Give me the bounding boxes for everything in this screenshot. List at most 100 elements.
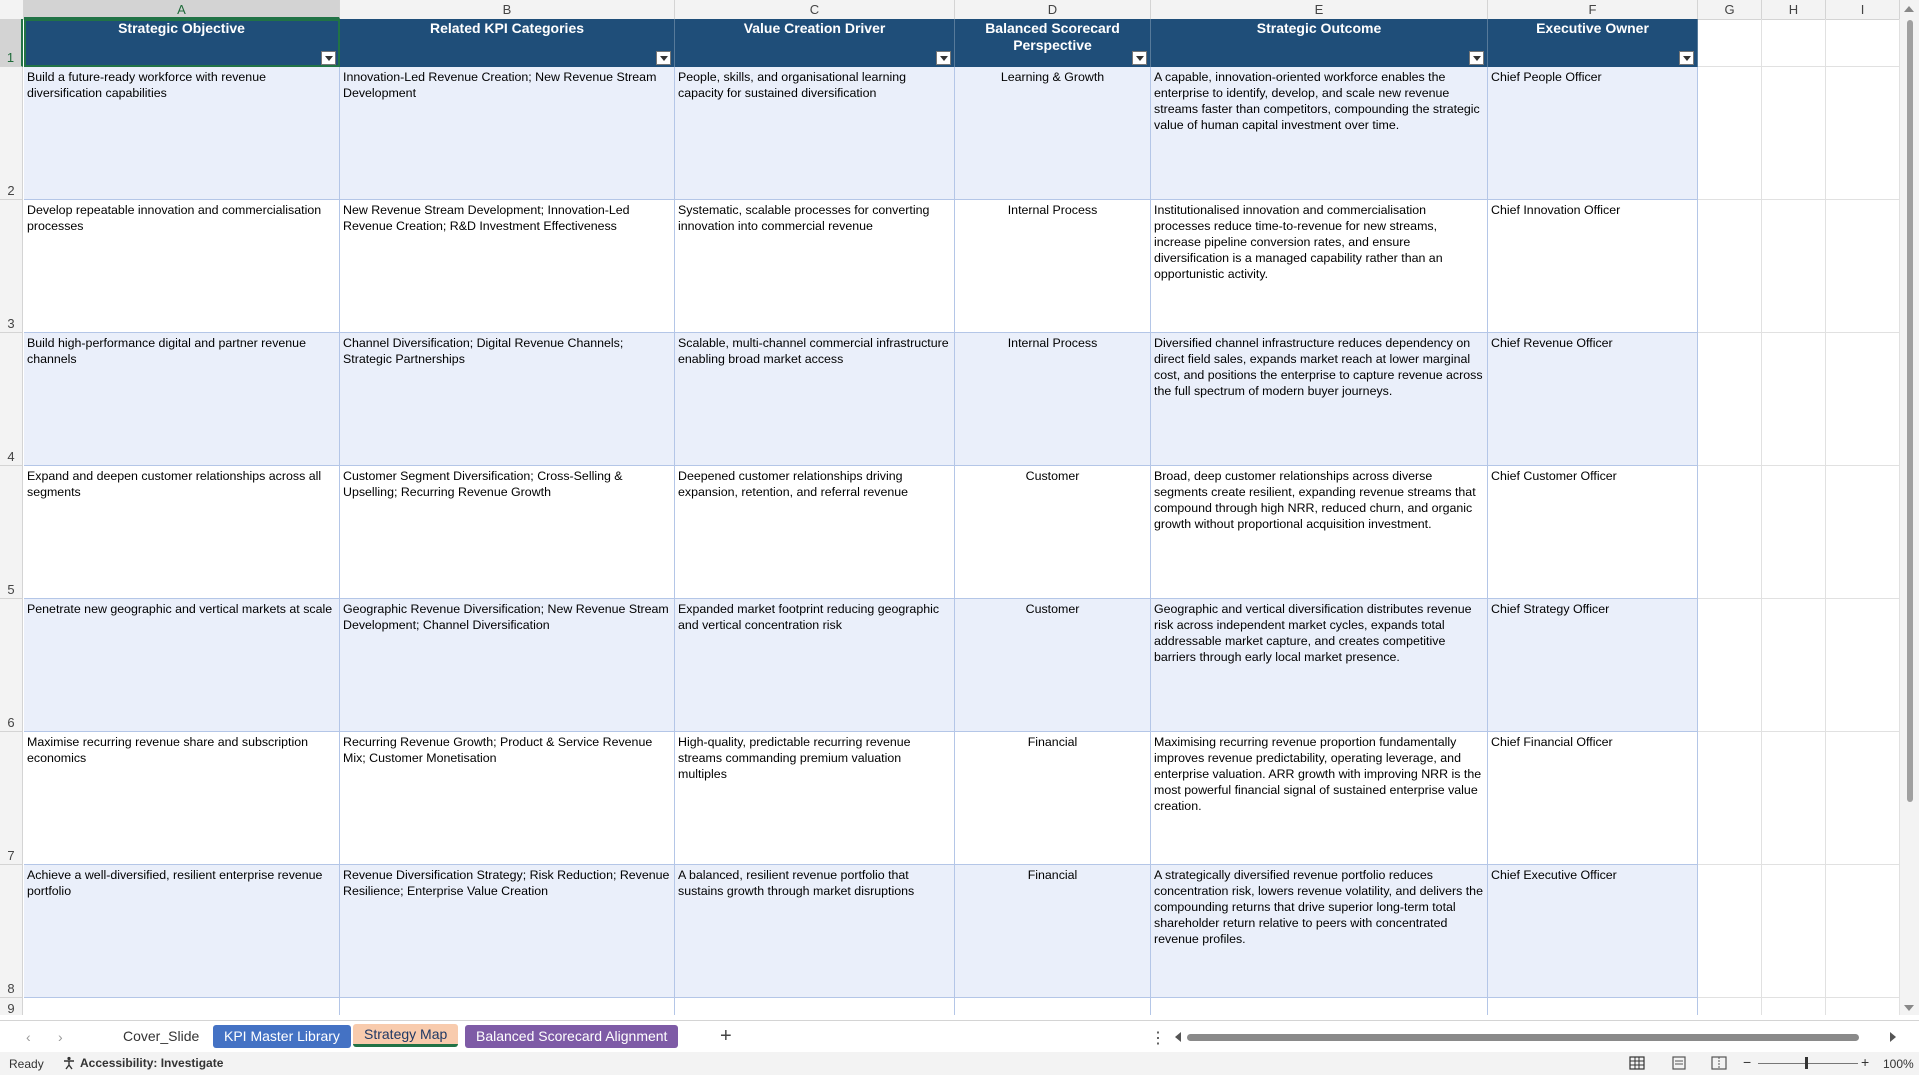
cell-objective[interactable]: Build a future-ready workforce with reve… [24, 67, 340, 200]
filter-dropdown-icon[interactable] [1469, 51, 1484, 65]
zoom-level[interactable]: 100% [1883, 1057, 1914, 1071]
tab-kpi-master-library[interactable]: KPI Master Library [213, 1025, 351, 1048]
column-header-e[interactable]: E [1151, 0, 1488, 19]
scroll-down-arrow-icon[interactable] [1904, 1005, 1914, 1011]
tab-cover-slide[interactable]: Cover_Slide [112, 1025, 210, 1048]
cell-empty[interactable] [1826, 732, 1900, 865]
cell-kpi[interactable]: Geographic Revenue Diversification; New … [340, 599, 675, 732]
column-header-h[interactable]: H [1762, 0, 1826, 19]
cell-kpi[interactable]: Innovation-Led Revenue Creation; New Rev… [340, 67, 675, 200]
row-header-2[interactable]: 2 [0, 67, 23, 200]
cell-empty[interactable] [340, 998, 675, 1015]
row-header-9[interactable]: 9 [0, 998, 23, 1015]
cell-outcome[interactable]: Maximising recurring revenue proportion … [1151, 732, 1488, 865]
filter-dropdown-icon[interactable] [321, 51, 336, 65]
cell-owner[interactable]: Chief People Officer [1488, 67, 1698, 200]
cell-kpi[interactable]: Revenue Diversification Strategy; Risk R… [340, 865, 675, 998]
cell-empty[interactable] [1698, 19, 1762, 67]
row-header-1[interactable]: 1 [0, 19, 23, 67]
accessibility-status[interactable]: Accessibility: Investigate [62, 1056, 223, 1070]
cell-empty[interactable] [1826, 466, 1900, 599]
cell-objective[interactable]: Develop repeatable innovation and commer… [24, 200, 340, 333]
cell-driver[interactable]: A balanced, resilient revenue portfolio … [675, 865, 955, 998]
row-header-8[interactable]: 8 [0, 865, 23, 998]
column-header-f[interactable]: F [1488, 0, 1698, 19]
cell-empty[interactable] [1762, 998, 1826, 1015]
scroll-up-arrow-icon[interactable] [1904, 6, 1914, 12]
header-executive-owner[interactable]: Executive Owner [1488, 19, 1698, 67]
cell-empty[interactable] [955, 998, 1151, 1015]
zoom-slider-track[interactable] [1758, 1063, 1858, 1064]
cell-driver[interactable]: Expanded market footprint reducing geogr… [675, 599, 955, 732]
cell-outcome[interactable]: Institutionalised innovation and commerc… [1151, 200, 1488, 333]
cell-perspective[interactable]: Customer [955, 599, 1151, 732]
cell-kpi[interactable]: Recurring Revenue Growth; Product & Serv… [340, 732, 675, 865]
cell-outcome[interactable]: Diversified channel infrastructure reduc… [1151, 333, 1488, 466]
horizontal-scrollbar[interactable] [1173, 1031, 1898, 1043]
cell-driver[interactable]: People, skills, and organisational learn… [675, 67, 955, 200]
cell-empty[interactable] [1826, 200, 1900, 333]
cell-driver[interactable]: Systematic, scalable processes for conve… [675, 200, 955, 333]
cell-kpi[interactable]: Customer Segment Diversification; Cross-… [340, 466, 675, 599]
cell-empty[interactable] [1698, 67, 1762, 200]
cell-objective[interactable]: Achieve a well-diversified, resilient en… [24, 865, 340, 998]
filter-dropdown-icon[interactable] [1679, 51, 1694, 65]
cell-perspective[interactable]: Internal Process [955, 200, 1151, 333]
tab-balanced-scorecard-alignment[interactable]: Balanced Scorecard Alignment [465, 1025, 679, 1048]
row-header-4[interactable]: 4 [0, 333, 23, 466]
cell-outcome[interactable]: Broad, deep customer relationships acros… [1151, 466, 1488, 599]
row-header-7[interactable]: 7 [0, 732, 23, 865]
header-strategic-outcome[interactable]: Strategic Outcome [1151, 19, 1488, 67]
cell-empty[interactable] [1698, 466, 1762, 599]
page-break-preview-icon[interactable] [1710, 1055, 1728, 1071]
row-header-5[interactable]: 5 [0, 466, 23, 599]
worksheet-grid[interactable]: A B C D E F G H I 1 2 3 4 5 6 7 8 9 Stra… [0, 0, 1919, 1015]
cell-owner[interactable]: Chief Customer Officer [1488, 466, 1698, 599]
more-options-icon[interactable]: ⋮ [1150, 1028, 1166, 1048]
cell-objective[interactable]: Expand and deepen customer relationships… [24, 466, 340, 599]
zoom-out-button[interactable]: − [1743, 1054, 1751, 1070]
cell-perspective[interactable]: Financial [955, 865, 1151, 998]
column-header-c[interactable]: C [675, 0, 955, 19]
tab-scroll-left-icon[interactable]: ‹ [26, 1029, 31, 1045]
filter-dropdown-icon[interactable] [936, 51, 951, 65]
vertical-scroll-thumb[interactable] [1907, 20, 1913, 802]
cell-empty[interactable] [24, 998, 340, 1015]
cell-objective[interactable]: Build high-performance digital and partn… [24, 333, 340, 466]
cell-owner[interactable]: Chief Strategy Officer [1488, 599, 1698, 732]
cell-empty[interactable] [1698, 732, 1762, 865]
filter-dropdown-icon[interactable] [656, 51, 671, 65]
cell-empty[interactable] [1762, 333, 1826, 466]
select-all-corner[interactable] [0, 0, 24, 19]
cell-owner[interactable]: Chief Executive Officer [1488, 865, 1698, 998]
cell-empty[interactable] [1762, 732, 1826, 865]
column-header-i[interactable]: I [1826, 0, 1900, 19]
cell-empty[interactable] [1698, 998, 1762, 1015]
header-strategic-objective[interactable]: Strategic Objective [24, 19, 340, 67]
cell-empty[interactable] [1488, 998, 1698, 1015]
tab-scroll-right-icon[interactable]: › [58, 1029, 63, 1045]
cell-empty[interactable] [1698, 599, 1762, 732]
row-header-3[interactable]: 3 [0, 200, 23, 333]
column-header-d[interactable]: D [955, 0, 1151, 19]
zoom-slider-knob[interactable] [1805, 1057, 1808, 1069]
cell-empty[interactable] [1762, 466, 1826, 599]
cell-driver[interactable]: High-quality, predictable recurring reve… [675, 732, 955, 865]
cell-empty[interactable] [1698, 865, 1762, 998]
cell-objective[interactable]: Penetrate new geographic and vertical ma… [24, 599, 340, 732]
column-header-g[interactable]: G [1698, 0, 1762, 19]
filter-dropdown-icon[interactable] [1132, 51, 1147, 65]
add-sheet-button[interactable]: + [720, 1025, 732, 1048]
zoom-in-button[interactable]: + [1861, 1054, 1869, 1070]
normal-view-icon[interactable] [1628, 1055, 1646, 1071]
tab-strategy-map[interactable]: Strategy Map [353, 1024, 459, 1047]
cell-empty[interactable] [1762, 67, 1826, 200]
header-related-kpi-categories[interactable]: Related KPI Categories [340, 19, 675, 67]
cell-empty[interactable] [1762, 19, 1826, 67]
cell-empty[interactable] [1762, 200, 1826, 333]
cell-objective[interactable]: Maximise recurring revenue share and sub… [24, 732, 340, 865]
cell-empty[interactable] [1698, 200, 1762, 333]
header-balanced-scorecard-perspective[interactable]: Balanced Scorecard Perspective [955, 19, 1151, 67]
cell-empty[interactable] [1698, 333, 1762, 466]
horizontal-scroll-thumb[interactable] [1187, 1034, 1859, 1041]
